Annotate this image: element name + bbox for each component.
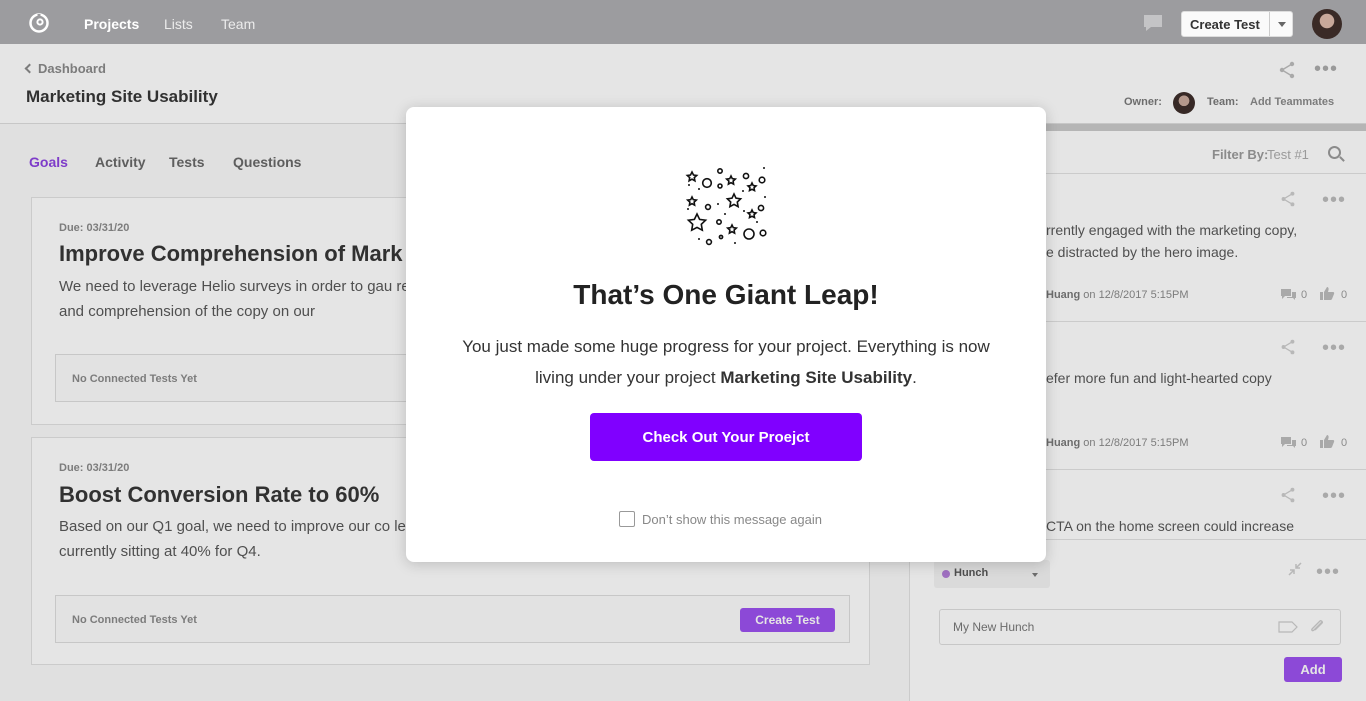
modal-message: You just made some huge progress for you… (456, 331, 996, 393)
dont-show-again-label[interactable]: Don’t show this message again (642, 512, 822, 527)
check-out-project-button[interactable]: Check Out Your Proejct (590, 413, 862, 461)
modal-message-end: . (912, 368, 917, 387)
success-modal: That’s One Giant Leap! You just made som… (406, 107, 1046, 562)
create-test-dropdown-button[interactable]: Create Test (1181, 11, 1293, 37)
dont-show-again-checkbox[interactable] (619, 511, 635, 527)
user-avatar[interactable] (1312, 9, 1342, 39)
chevron-down-icon[interactable] (1278, 22, 1286, 27)
nav-lists[interactable]: Lists (164, 16, 193, 32)
nav-projects[interactable]: Projects (84, 16, 139, 32)
stars-illustration-icon (685, 167, 767, 246)
top-navigation-bar: Projects Lists Team Create Test (0, 0, 1366, 44)
nav-team[interactable]: Team (221, 16, 255, 32)
divider (1269, 12, 1270, 36)
create-test-label: Create Test (1190, 17, 1260, 32)
modal-project-name: Marketing Site Usability (720, 368, 913, 387)
modal-title: That’s One Giant Leap! (573, 279, 879, 310)
chat-icon[interactable] (1142, 13, 1164, 33)
helio-logo-icon[interactable] (28, 12, 50, 34)
